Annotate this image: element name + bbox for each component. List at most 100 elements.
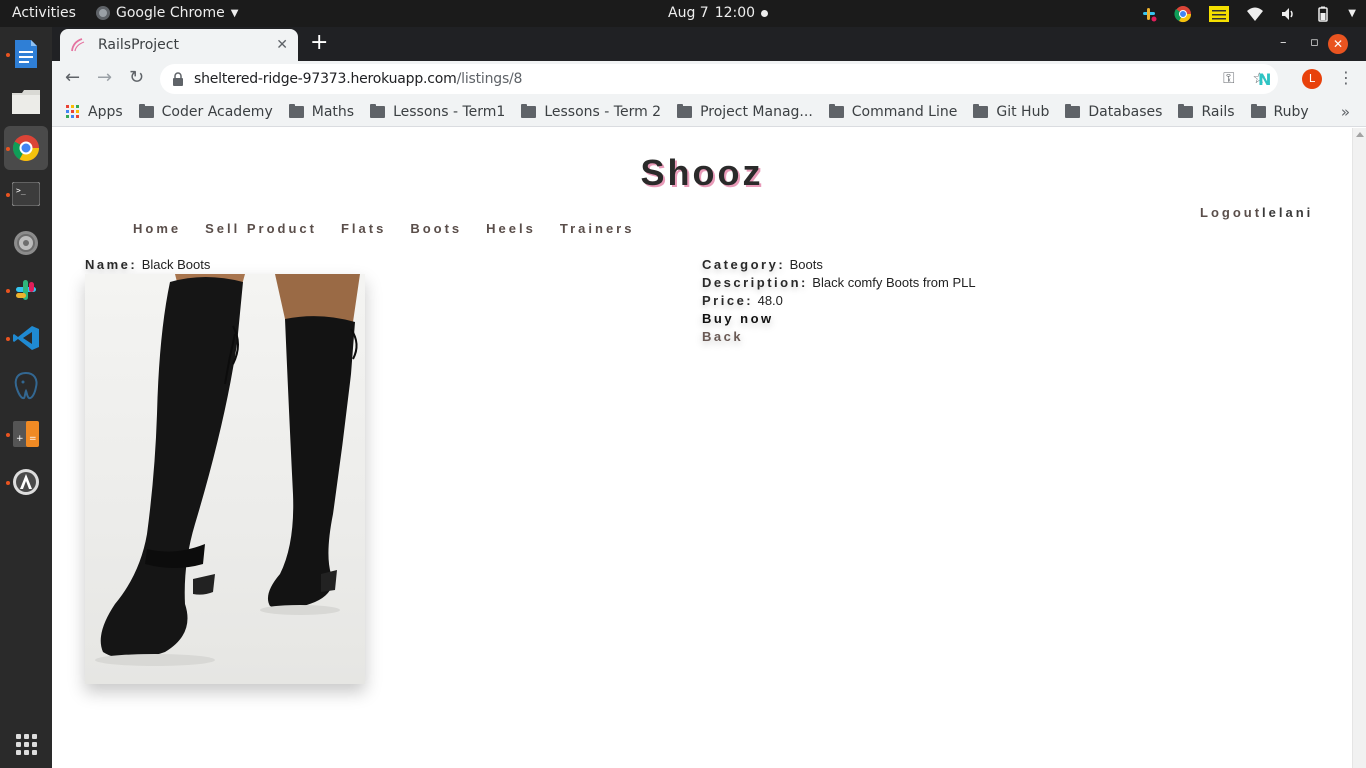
notes-tray-icon[interactable] [1208, 5, 1230, 23]
bookmark-folder[interactable]: Git Hub [973, 103, 1050, 120]
bookmark-folder[interactable]: Maths [288, 103, 355, 120]
bookmarks-bar: Apps Coder Academy Maths Lessons - Term1… [52, 97, 1366, 127]
bookmark-folder[interactable]: Lessons - Term 2 [521, 103, 661, 120]
battery-icon[interactable] [1314, 5, 1332, 23]
volume-icon[interactable] [1280, 5, 1298, 23]
chrome-tray-icon[interactable] [1174, 5, 1192, 23]
site-brand[interactable]: Shooz [52, 152, 1352, 194]
back-row: Back [702, 328, 976, 346]
new-tab-button[interactable]: + [310, 32, 328, 54]
files-icon [12, 90, 40, 114]
buy-now-row: Buy now [702, 310, 976, 328]
folder-icon [677, 103, 693, 118]
system-menu-chevron-icon[interactable]: ▼ [1348, 8, 1356, 19]
bookmark-label: Databases [1088, 103, 1163, 120]
running-indicator [6, 337, 10, 341]
minimize-icon[interactable]: – [1280, 35, 1287, 50]
nav-boots[interactable]: Boots [410, 221, 462, 236]
bookmark-folder[interactable]: Lessons - Term1 [370, 103, 505, 120]
logout-link[interactable]: Logout [1200, 205, 1262, 220]
nav-flats[interactable]: Flats [341, 221, 386, 236]
listing-name-row: Name: Black Boots [85, 256, 210, 274]
boots-image [95, 274, 360, 666]
profile-avatar[interactable]: L [1302, 69, 1322, 89]
tab-close-icon[interactable]: ✕ [276, 37, 288, 53]
bookmark-folder[interactable]: Rails [1178, 103, 1235, 120]
clock[interactable]: Aug 7 12:00 [668, 5, 769, 21]
bookmark-apps[interactable]: Apps [66, 104, 123, 120]
app-menu-label: Google Chrome [116, 5, 225, 21]
description-value: Black comfy Boots from PLL [812, 275, 976, 290]
folder-icon [288, 103, 304, 118]
bookmark-folder[interactable]: Databases [1065, 103, 1163, 120]
nav-sell-product[interactable]: Sell Product [205, 221, 317, 236]
browser-toolbar: ← → ↻ sheltered-ridge-97373.herokuapp.co… [52, 61, 1366, 97]
running-indicator [6, 289, 10, 293]
chrome-app-icon [96, 6, 110, 20]
forward-arrow-icon[interactable]: → [97, 68, 112, 88]
folder-icon [1065, 103, 1081, 118]
bookmark-folder[interactable]: Project Manag... [677, 103, 813, 120]
svg-text:+: + [16, 434, 24, 444]
tab-strip: RailsProject ✕ + – ▫ ✕ [52, 27, 1366, 61]
dock-terminal[interactable]: >_ [4, 172, 48, 216]
maximize-icon[interactable]: ▫ [1310, 35, 1319, 50]
vscode-icon [13, 326, 39, 350]
bookmark-folder[interactable]: Command Line [828, 103, 958, 120]
show-applications-icon[interactable] [16, 734, 37, 755]
dock-text-editor[interactable] [4, 32, 48, 76]
bookmark-label: Ruby [1273, 103, 1309, 120]
bookmark-folder[interactable]: Ruby [1250, 103, 1309, 120]
back-link[interactable]: Back [702, 329, 743, 344]
dock-software-updater[interactable] [4, 460, 48, 504]
price-row: Price: 48.0 [702, 292, 976, 310]
dock-calculator[interactable]: + = [4, 412, 48, 456]
system-top-bar: Activities Google Chrome ▼ Aug 7 12:00 ▼ [0, 0, 1366, 27]
folder-icon [828, 103, 844, 118]
folder-icon [521, 103, 537, 118]
key-icon[interactable]: ⚿ [1223, 69, 1234, 87]
bookmark-folder[interactable]: Coder Academy [138, 103, 273, 120]
page-scrollbar[interactable] [1352, 128, 1366, 768]
category-value: Boots [789, 257, 823, 272]
account-area: Logoutlelani [1200, 205, 1313, 220]
bookmark-label: Command Line [851, 103, 958, 120]
bookmark-label: Git Hub [996, 103, 1050, 120]
app-menu[interactable]: Google Chrome ▼ [96, 5, 238, 21]
dock-settings[interactable] [4, 221, 48, 265]
price-value: 48.0 [757, 293, 783, 308]
browser-window: RailsProject ✕ + – ▫ ✕ ← → ↻ sheltered-r… [52, 27, 1366, 768]
dock-vscode[interactable] [4, 316, 48, 360]
listing-photo [85, 274, 365, 684]
username: lelani [1262, 205, 1314, 220]
reload-icon[interactable]: ↻ [129, 68, 144, 88]
nav-trainers[interactable]: Trainers [560, 221, 635, 236]
browser-menu-icon[interactable]: ⋮ [1338, 68, 1354, 87]
nav-heels[interactable]: Heels [486, 221, 536, 236]
address-bar[interactable]: sheltered-ridge-97373.herokuapp.com/list… [160, 64, 1278, 94]
slack-tray-icon[interactable] [1140, 5, 1158, 23]
dock-postgres[interactable] [4, 364, 48, 408]
running-indicator [6, 147, 10, 151]
calculator-icon: + = [13, 421, 39, 447]
dock-slack[interactable] [4, 268, 48, 312]
folder-icon [1250, 103, 1266, 118]
wifi-icon[interactable] [1246, 5, 1264, 23]
back-arrow-icon[interactable]: ← [65, 68, 80, 88]
bookmark-label: Coder Academy [161, 103, 273, 120]
site-nav: Home Sell Product Flats Boots Heels Trai… [133, 221, 634, 236]
dock-chrome[interactable] [4, 126, 48, 170]
nav-home[interactable]: Home [133, 221, 181, 236]
category-row: Category: Boots [702, 256, 976, 274]
bookmarks-overflow-button[interactable]: » [1341, 103, 1350, 121]
tab-railsproject[interactable]: RailsProject ✕ [60, 29, 298, 61]
dock-files[interactable] [4, 80, 48, 124]
web-page: Shooz Home Sell Product Flats Boots Heel… [52, 128, 1352, 768]
bookmark-label: Maths [311, 103, 355, 120]
scroll-up-arrow-icon[interactable] [1356, 132, 1364, 137]
extension-n-icon[interactable]: N [1258, 70, 1271, 89]
close-window-icon[interactable]: ✕ [1328, 34, 1348, 54]
buy-now-button[interactable]: Buy now [702, 311, 774, 326]
activities-button[interactable]: Activities [12, 5, 76, 21]
chevron-down-icon: ▼ [230, 7, 239, 19]
